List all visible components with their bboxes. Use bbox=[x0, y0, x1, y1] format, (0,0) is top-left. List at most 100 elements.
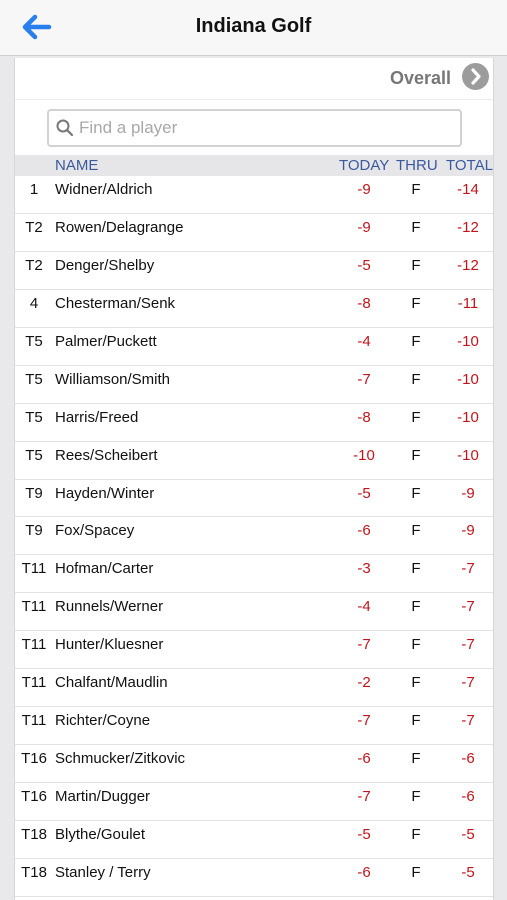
player-name: Rowen/Delagrange bbox=[55, 218, 184, 236]
today-score: -2 bbox=[357, 674, 371, 692]
thru-value: F bbox=[411, 408, 421, 426]
thru-value: F bbox=[411, 446, 421, 464]
leaderboard-list: 1 Widner/Aldrich -9 F -14 T2 Rowen/Delagrange -… bbox=[15, 176, 493, 897]
today-score: -10 bbox=[353, 446, 375, 464]
thru-value: F bbox=[411, 370, 421, 388]
table-row[interactable]: T5 Williamson/Smith -7 F -10 bbox=[15, 366, 493, 404]
player-name: Chesterman/Senk bbox=[55, 294, 176, 312]
player-position: T9 bbox=[25, 522, 43, 540]
today-score: -9 bbox=[357, 218, 371, 236]
table-row[interactable]: T2 Denger/Shelby -5 F -12 bbox=[15, 252, 493, 290]
thru-value: F bbox=[411, 863, 421, 881]
overall-label: Overall bbox=[389, 68, 451, 88]
table-row[interactable]: T9 Fox/Spacey -6 F -9 bbox=[15, 517, 493, 556]
player-position: T16 bbox=[21, 750, 47, 768]
search-input[interactable] bbox=[79, 111, 459, 145]
thru-value: F bbox=[411, 332, 421, 350]
table-row[interactable]: T11 Chalfant/Maudlin -2 F -7 bbox=[15, 669, 493, 708]
nav-bar: Indiana Golf bbox=[0, 0, 507, 56]
table-row[interactable]: T16 Schmucker/Zitkovic -6 F -6 bbox=[15, 745, 493, 783]
player-position: T11 bbox=[21, 560, 47, 578]
thru-value: F bbox=[411, 181, 421, 198]
table-row[interactable]: T5 Harris/Freed -8 F -10 bbox=[15, 404, 493, 442]
total-score: -5 bbox=[461, 863, 475, 881]
thru-value: F bbox=[411, 294, 421, 312]
player-position: T11 bbox=[21, 598, 47, 616]
table-row[interactable]: T2 Rowen/Delagrange -9 F -12 bbox=[15, 214, 493, 252]
thru-value: F bbox=[411, 712, 421, 730]
today-score: -6 bbox=[357, 522, 371, 540]
player-name: Chalfant/Maudlin bbox=[55, 674, 168, 692]
player-position: T11 bbox=[21, 636, 47, 654]
player-name: Stanley / Terry bbox=[55, 863, 151, 881]
thru-value: F bbox=[411, 598, 421, 616]
table-row[interactable]: T11 Hofman/Carter -3 F -7 bbox=[15, 555, 493, 594]
today-score: -8 bbox=[357, 294, 371, 312]
table-row[interactable]: T9 Hayden/Winter -5 F -9 bbox=[15, 480, 493, 518]
table-row[interactable]: T11 Runnels/Werner -4 F -7 bbox=[15, 593, 493, 632]
thru-value: F bbox=[411, 674, 421, 692]
player-name: Fox/Spacey bbox=[55, 522, 135, 540]
total-score: -14 bbox=[457, 181, 479, 198]
total-score: -9 bbox=[461, 484, 475, 502]
chevron-right-icon bbox=[471, 68, 481, 85]
table-row[interactable]: T18 Stanley / Terry -6 F -5 bbox=[15, 859, 493, 897]
column-today-header[interactable]: TODAY bbox=[339, 157, 389, 174]
table-row[interactable]: 1 Widner/Aldrich -9 F -14 bbox=[15, 176, 493, 214]
player-name: Rees/Scheibert bbox=[55, 446, 158, 464]
thru-value: F bbox=[411, 560, 421, 578]
page-title: Indiana Golf bbox=[195, 15, 312, 37]
table-row[interactable]: T5 Rees/Scheibert -10 F -10 bbox=[15, 442, 493, 480]
player-name: Williamson/Smith bbox=[55, 370, 171, 388]
total-score: -12 bbox=[457, 218, 479, 236]
total-score: -10 bbox=[457, 408, 479, 426]
total-score: -9 bbox=[461, 522, 475, 540]
table-row[interactable]: T11 Richter/Coyne -7 F -7 bbox=[15, 707, 493, 746]
player-name: Hayden/Winter bbox=[55, 484, 155, 502]
table-row[interactable]: T16 Martin/Dugger -7 F -6 bbox=[15, 783, 493, 821]
thru-value: F bbox=[411, 750, 421, 768]
player-position: T16 bbox=[21, 788, 47, 805]
total-score: -12 bbox=[457, 256, 479, 274]
total-score: -10 bbox=[457, 332, 479, 350]
total-score: -7 bbox=[461, 674, 475, 692]
overall-row[interactable]: Overall bbox=[15, 58, 493, 100]
player-position: T5 bbox=[25, 446, 43, 464]
table-row[interactable]: T18 Blythe/Goulet -5 F -5 bbox=[15, 821, 493, 859]
overall-button[interactable] bbox=[462, 63, 489, 90]
thru-value: F bbox=[411, 256, 421, 274]
player-position: T11 bbox=[21, 674, 47, 692]
search-icon bbox=[56, 119, 74, 137]
player-position: T18 bbox=[21, 825, 47, 843]
player-name: Blythe/Goulet bbox=[55, 825, 146, 843]
player-name: Schmucker/Zitkovic bbox=[55, 750, 186, 768]
today-score: -6 bbox=[357, 863, 371, 881]
today-score: -5 bbox=[357, 256, 371, 274]
table-row[interactable]: 4 Chesterman/Senk -8 F -11 bbox=[15, 290, 493, 328]
total-score: -10 bbox=[457, 370, 479, 388]
player-name: Richter/Coyne bbox=[55, 712, 151, 730]
column-name-header[interactable]: NAME bbox=[55, 157, 98, 174]
player-name: Palmer/Puckett bbox=[55, 332, 157, 350]
column-thru-header[interactable]: THRU bbox=[396, 157, 438, 174]
column-total-header[interactable]: TOTAL bbox=[446, 157, 493, 174]
thru-value: F bbox=[411, 484, 421, 502]
total-score: -7 bbox=[461, 598, 475, 616]
today-score: -7 bbox=[357, 788, 371, 805]
total-score: -7 bbox=[461, 636, 475, 654]
today-score: -4 bbox=[357, 598, 371, 616]
player-name: Martin/Dugger bbox=[55, 788, 151, 805]
player-name: Widner/Aldrich bbox=[55, 181, 153, 198]
search-box[interactable] bbox=[47, 109, 462, 147]
total-score: -10 bbox=[457, 446, 479, 464]
today-score: -5 bbox=[357, 825, 371, 843]
player-position: T9 bbox=[25, 484, 43, 502]
total-score: -11 bbox=[457, 294, 479, 312]
player-position: T18 bbox=[21, 863, 47, 881]
thru-value: F bbox=[411, 636, 421, 654]
player-name: Runnels/Werner bbox=[55, 598, 164, 616]
today-score: -6 bbox=[357, 750, 371, 768]
table-row[interactable]: T5 Palmer/Puckett -4 F -10 bbox=[15, 328, 493, 366]
table-row[interactable]: T11 Hunter/Kluesner -7 F -7 bbox=[15, 631, 493, 670]
player-position: 1 bbox=[29, 181, 39, 198]
